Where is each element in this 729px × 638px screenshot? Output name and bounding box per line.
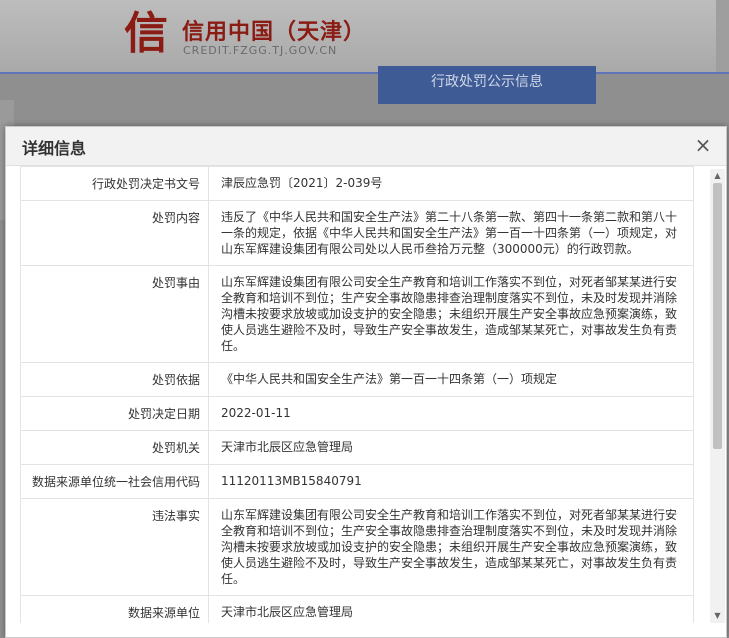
row-label: 处罚内容 (20, 200, 209, 266)
scrollbar-thumb[interactable] (713, 183, 722, 449)
scroll-up-arrow-icon[interactable]: ▲ (710, 169, 725, 183)
row-label: 行政处罚决定书文号 (20, 166, 209, 201)
row-value: 山东军辉建设集团有限公司安全生产教育和培训工作落实不到位，对死者邹某某进行安全教… (208, 265, 694, 363)
site-title[interactable]: 信用中国（天津） (182, 14, 366, 46)
modal-body: 行政处罚决定书文号 津辰应急罚〔2021〕2-039号 处罚内容 违反了《中华人… (6, 166, 726, 623)
site-header: 信 信用中国（天津） CREDIT.FZGG.TJ.GOV.CN (0, 0, 729, 74)
site-logo[interactable]: 信 (118, 6, 174, 62)
row-value: 天津市北辰区应急管理局 (208, 595, 694, 623)
vertical-scrollbar[interactable]: ▲ ▼ (710, 169, 725, 623)
row-value: 天津市北辰区应急管理局 (208, 430, 694, 465)
row-label: 数据来源单位统一社会信用代码 (20, 464, 209, 499)
table-row: 处罚内容 违反了《中华人民共和国安全生产法》第二十八条第一款、第四十一条第二款和… (20, 200, 694, 266)
row-label: 处罚机关 (20, 430, 209, 465)
row-label: 处罚依据 (20, 362, 209, 397)
table-row: 数据来源单位 天津市北辰区应急管理局 (20, 595, 694, 623)
row-value: 津辰应急罚〔2021〕2-039号 (208, 166, 694, 201)
row-value: 违反了《中华人民共和国安全生产法》第二十八条第一款、第四十一条第二款和第八十一条… (208, 200, 694, 266)
table-row: 违法事实 山东军辉建设集团有限公司安全生产教育和培训工作落实不到位，对死者邹某某… (20, 498, 694, 596)
detail-modal: 详细信息 × 行政处罚决定书文号 津辰应急罚〔2021〕2-039号 处罚内容 … (5, 126, 727, 638)
scroll-down-arrow-icon[interactable]: ▼ (710, 609, 725, 623)
table-row: 处罚决定日期 2022-01-11 (20, 396, 694, 431)
close-icon[interactable]: × (692, 133, 714, 157)
row-value: 2022-01-11 (208, 396, 694, 431)
table-row: 处罚依据 《中华人民共和国安全生产法》第一百一十四条第（一）项规定 (20, 362, 694, 397)
row-value: 11120113MB15840791 (208, 464, 694, 499)
row-label: 处罚事由 (20, 265, 209, 363)
tab-admin-penalty[interactable]: 行政处罚公示信息 (378, 66, 596, 104)
detail-table: 行政处罚决定书文号 津辰应急罚〔2021〕2-039号 处罚内容 违反了《中华人… (20, 166, 694, 623)
row-value: 山东军辉建设集团有限公司安全生产教育和培训工作落实不到位，对死者邹某某进行安全教… (208, 498, 694, 596)
row-value: 《中华人民共和国安全生产法》第一百一十四条第（一）项规定 (208, 362, 694, 397)
row-label: 违法事实 (20, 498, 209, 596)
header-edge (716, 0, 729, 72)
table-row: 行政处罚决定书文号 津辰应急罚〔2021〕2-039号 (20, 166, 694, 201)
row-label: 数据来源单位 (20, 595, 209, 623)
modal-title: 详细信息 (22, 139, 87, 158)
table-row: 数据来源单位统一社会信用代码 11120113MB15840791 (20, 464, 694, 499)
table-row: 处罚事由 山东军辉建设集团有限公司安全生产教育和培训工作落实不到位，对死者邹某某… (20, 265, 694, 363)
site-domain: CREDIT.FZGG.TJ.GOV.CN (183, 44, 338, 57)
table-row: 处罚机关 天津市北辰区应急管理局 (20, 430, 694, 465)
row-label: 处罚决定日期 (20, 396, 209, 431)
modal-header: 详细信息 × (6, 127, 726, 166)
